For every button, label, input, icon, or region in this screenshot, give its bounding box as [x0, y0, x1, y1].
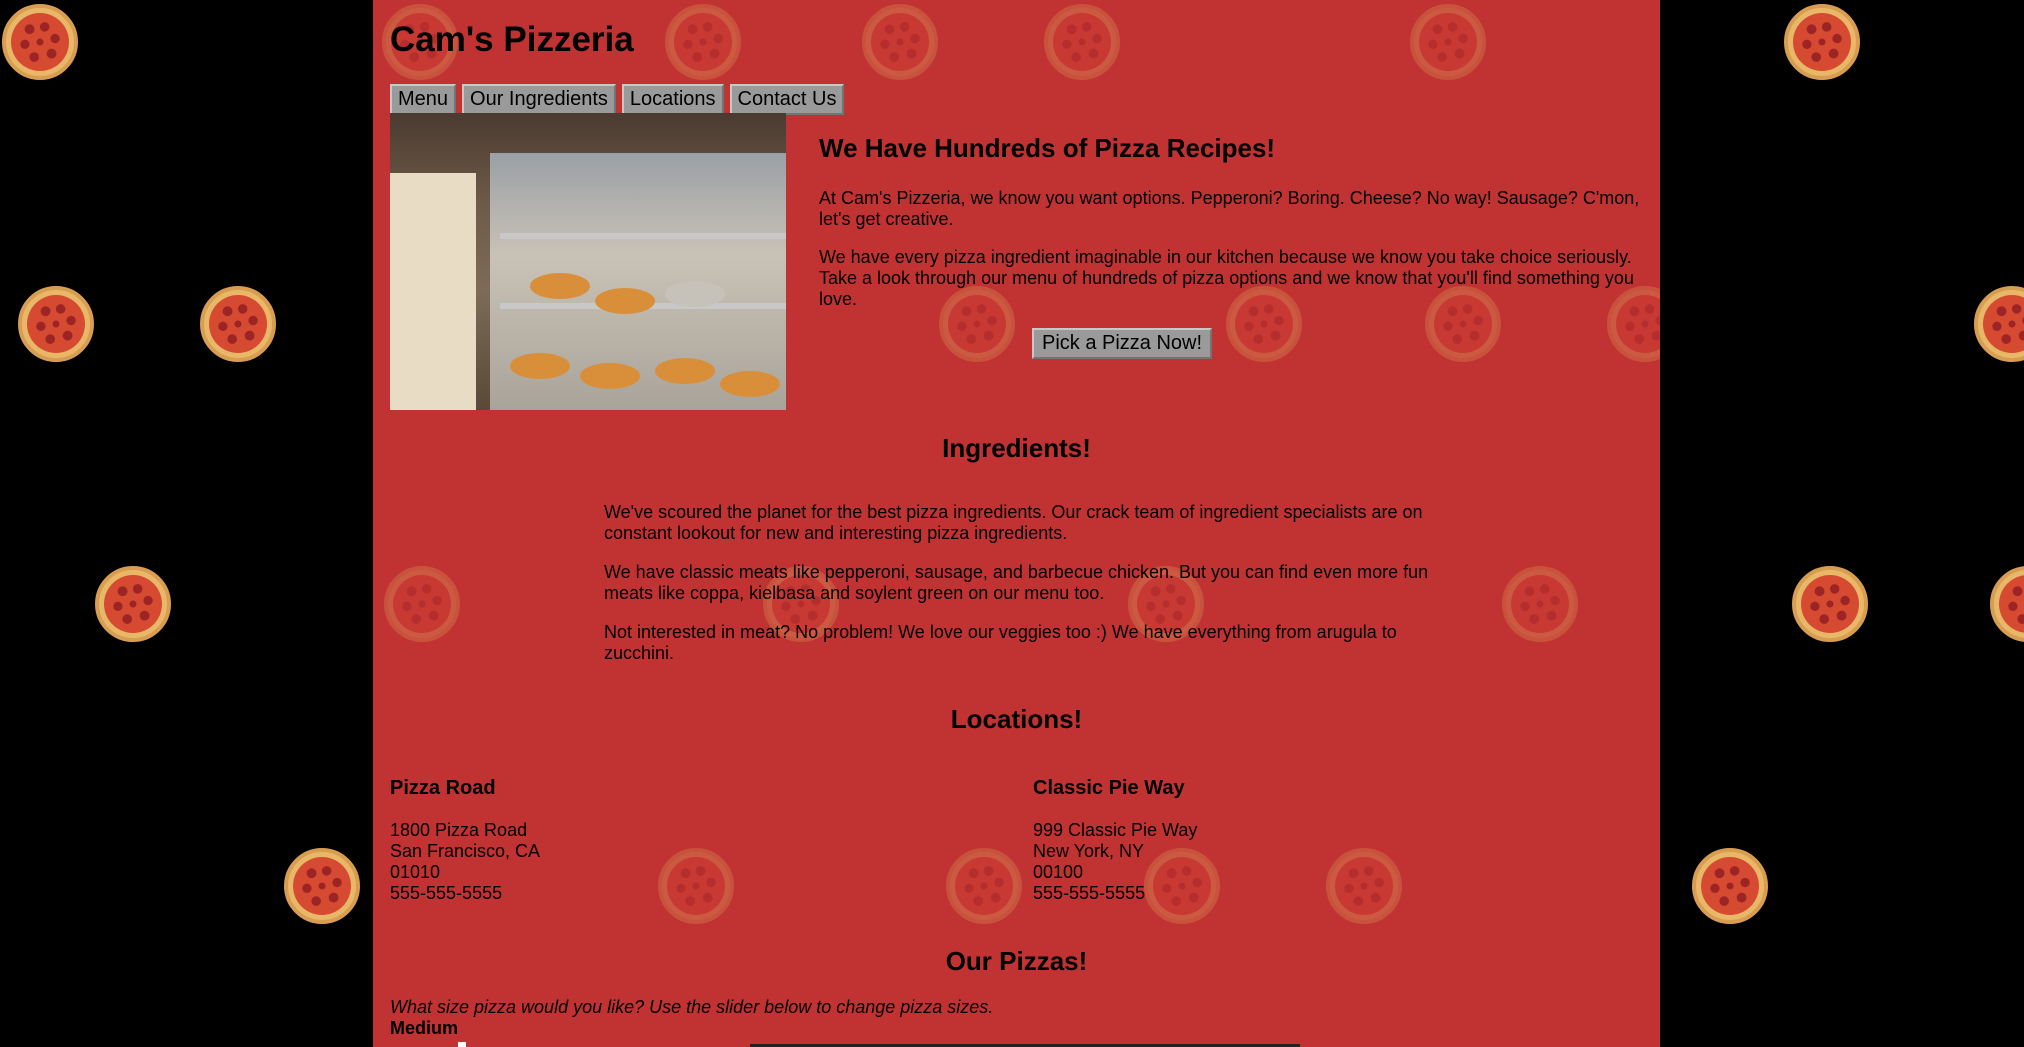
- pepperoni-pizza-icon: [384, 566, 460, 642]
- location-city: San Francisco, CA: [390, 841, 541, 861]
- pepperoni-pizza-icon: [1974, 286, 2024, 362]
- location-phone: 555-555-5555: [390, 883, 503, 903]
- pepperoni-pizza-icon: [1410, 4, 1486, 80]
- pepperoni-pizza-icon: [18, 286, 94, 362]
- location-name: Classic Pie Way: [1033, 777, 1185, 799]
- hero-heading: We Have Hundreds of Pizza Recipes!: [819, 133, 1276, 163]
- pepperoni-pizza-icon: [1784, 4, 1860, 80]
- main-nav: Menu Our Ingredients Locations Contact U…: [390, 84, 845, 115]
- site-title: Cam's Pizzeria: [390, 20, 634, 59]
- pepperoni-pizza-icon: [946, 848, 1022, 924]
- ingredients-paragraph: We have classic meats like pepperoni, sa…: [604, 562, 1429, 603]
- pepperoni-pizza-icon: [1692, 848, 1768, 924]
- main-content: Cam's Pizzeria Menu Our Ingredients Loca…: [373, 0, 1660, 1047]
- pizza-size-label: Medium: [390, 1018, 459, 1038]
- pepperoni-pizza-icon: [284, 848, 360, 924]
- pepperoni-pizza-icon: [200, 286, 276, 362]
- pizzas-heading: Our Pizzas!: [945, 946, 1088, 976]
- nav-locations-button[interactable]: Locations: [621, 84, 724, 115]
- pepperoni-pizza-icon: [95, 566, 171, 642]
- pizzeria-display-case-photo: [390, 113, 786, 410]
- pepperoni-pizza-icon: [862, 4, 938, 80]
- hero-paragraph: At Cam's Pizzeria, we know you want opti…: [819, 188, 1640, 229]
- ingredients-heading: Ingredients!: [942, 433, 1091, 463]
- location-city: New York, NY: [1033, 841, 1145, 861]
- pizza-size-slider-thumb[interactable]: [458, 1042, 466, 1047]
- pepperoni-pizza-icon: [1326, 848, 1402, 924]
- pepperoni-pizza-icon: [2, 4, 78, 80]
- location-name: Pizza Road: [390, 777, 496, 799]
- pepperoni-pizza-icon: [665, 4, 741, 80]
- pepperoni-pizza-icon: [1990, 566, 2024, 642]
- location-street: 1800 Pizza Road: [390, 820, 528, 840]
- pick-a-pizza-button[interactable]: Pick a Pizza Now!: [1032, 328, 1213, 359]
- pizza-size-question: What size pizza would you like? Use the …: [390, 997, 994, 1017]
- location-zip: 00100: [1033, 862, 1084, 882]
- location-phone: 555-555-5555: [1033, 883, 1146, 903]
- pepperoni-pizza-icon: [1502, 566, 1578, 642]
- nav-ingredients-button[interactable]: Our Ingredients: [462, 84, 616, 115]
- pepperoni-pizza-icon: [1792, 566, 1868, 642]
- ingredients-paragraph: We've scoured the planet for the best pi…: [604, 502, 1423, 543]
- nav-menu-button[interactable]: Menu: [390, 84, 457, 115]
- locations-heading: Locations!: [950, 704, 1083, 734]
- pepperoni-pizza-icon: [658, 848, 734, 924]
- pepperoni-pizza-icon: [1044, 4, 1120, 80]
- nav-contact-button[interactable]: Contact Us: [729, 84, 845, 115]
- pepperoni-pizza-icon: [1144, 848, 1220, 924]
- location-zip: 01010: [390, 862, 441, 882]
- hero-paragraph: We have every pizza ingredient imaginabl…: [819, 247, 1634, 309]
- ingredients-paragraph: Not interested in meat? No problem! We l…: [604, 622, 1397, 663]
- location-street: 999 Classic Pie Way: [1033, 820, 1198, 840]
